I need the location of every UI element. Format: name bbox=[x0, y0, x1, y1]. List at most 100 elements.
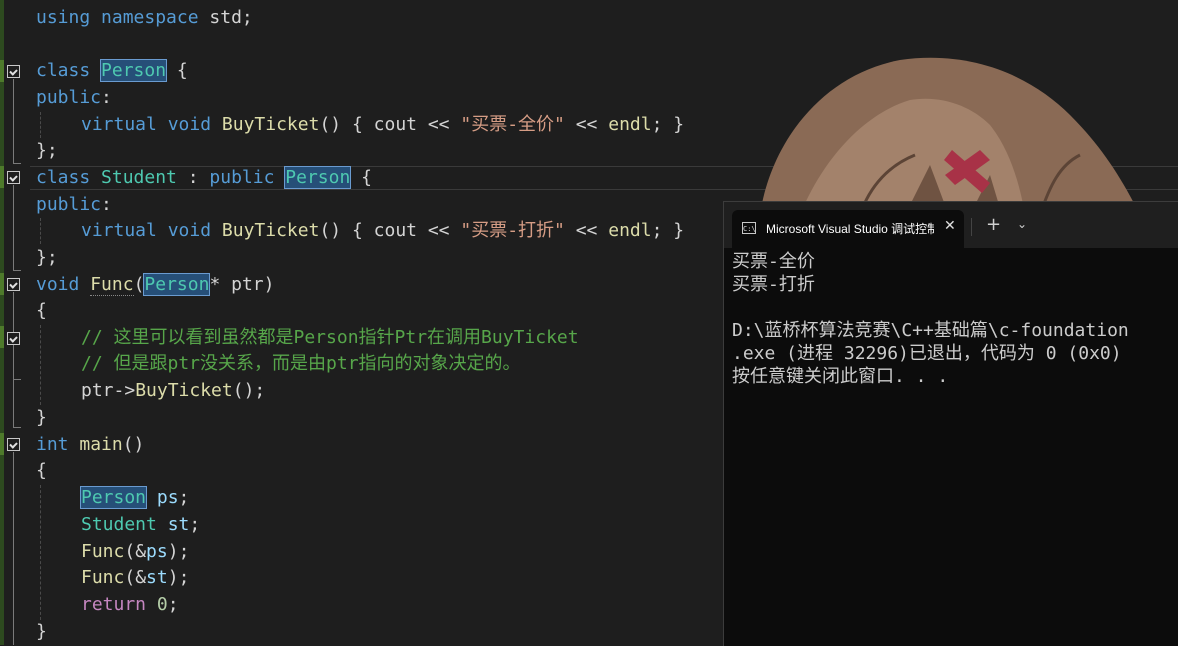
indent-guide bbox=[40, 485, 41, 620]
output-line: D:\蓝桥杯算法竞赛\C++基础篇\c-foundation bbox=[732, 320, 1129, 341]
function-name: BuyTicket bbox=[135, 380, 233, 401]
code-line[interactable]: // 这里可以看到虽然都是Person指针Ptr在调用BuyTicket bbox=[81, 325, 579, 351]
console-app-icon: C:\ bbox=[742, 222, 756, 234]
string-literal: "买票-打折" bbox=[460, 220, 565, 241]
highlighted-symbol[interactable]: Person bbox=[100, 59, 168, 82]
function-name: BuyTicket bbox=[221, 220, 320, 241]
code-line[interactable]: Func(&ps); bbox=[81, 539, 189, 565]
identifier: endl bbox=[608, 114, 652, 135]
fold-guide-end bbox=[13, 379, 21, 380]
keyword: public bbox=[209, 167, 275, 188]
code-line[interactable]: using namespace std; bbox=[36, 5, 253, 31]
comment: // 这里可以看到虽然都是Person指针Ptr在调用BuyTicket bbox=[81, 327, 579, 348]
keyword: namespace bbox=[101, 7, 199, 28]
punctuation: () { bbox=[319, 114, 374, 135]
terminal-tab-title: Microsoft Visual Studio 调试控制台 bbox=[766, 222, 934, 236]
fold-guide-end bbox=[13, 163, 21, 164]
punctuation: { bbox=[36, 460, 47, 481]
code-line[interactable]: class Student : public Person { bbox=[36, 165, 372, 191]
punctuation: { bbox=[166, 60, 188, 81]
fold-toggle-icon[interactable] bbox=[7, 332, 20, 345]
punctuation: }; bbox=[36, 140, 58, 161]
operator: << bbox=[564, 114, 609, 135]
keyword: void bbox=[36, 274, 80, 295]
keyword: return bbox=[81, 594, 147, 615]
fold-guide bbox=[13, 346, 15, 379]
terminal-titlebar[interactable]: C:\ Microsoft Visual Studio 调试控制台 ✕ + ⌄ bbox=[724, 202, 1178, 248]
code-line[interactable]: { bbox=[36, 298, 47, 324]
code-line[interactable]: virtual void BuyTicket() { cout << "买票-全… bbox=[81, 112, 684, 138]
fold-toggle-icon[interactable] bbox=[7, 438, 20, 451]
punctuation: ); bbox=[167, 567, 190, 588]
punctuation: (); bbox=[232, 380, 266, 401]
code-line[interactable]: int main() bbox=[36, 432, 144, 458]
code-line[interactable]: }; bbox=[36, 245, 58, 271]
chevron-down-icon[interactable]: ⌄ bbox=[1017, 217, 1027, 231]
punctuation: (& bbox=[124, 567, 147, 588]
close-icon[interactable]: ✕ bbox=[944, 218, 956, 234]
punctuation: : bbox=[176, 167, 210, 188]
code-line[interactable]: public: bbox=[36, 85, 112, 111]
output-line: 买票-全价 bbox=[732, 251, 815, 272]
terminal-tab[interactable]: C:\ Microsoft Visual Studio 调试控制台 ✕ bbox=[732, 210, 964, 248]
fold-toggle-icon[interactable] bbox=[7, 171, 20, 184]
code-line[interactable]: Func(&st); bbox=[81, 565, 189, 591]
change-marker bbox=[0, 166, 4, 188]
fold-guide bbox=[13, 79, 15, 164]
type-name: Student bbox=[101, 167, 177, 188]
highlighted-symbol[interactable]: Person bbox=[284, 166, 352, 189]
code-line[interactable]: } bbox=[36, 619, 47, 645]
keyword: class bbox=[36, 60, 91, 81]
function-name: Func bbox=[81, 541, 125, 562]
keyword: using bbox=[36, 7, 91, 28]
operator: << bbox=[564, 220, 609, 241]
code-line[interactable]: ptr->BuyTicket(); bbox=[81, 378, 265, 404]
code-line[interactable]: public: bbox=[36, 192, 112, 218]
fold-guide bbox=[13, 185, 15, 270]
punctuation: }; bbox=[36, 247, 58, 268]
function-name: BuyTicket bbox=[221, 114, 320, 135]
change-marker bbox=[0, 273, 4, 295]
code-line[interactable]: // 但是跟ptr没关系，而是由ptr指向的对象决定的。 bbox=[81, 351, 521, 377]
function-name: Func bbox=[81, 567, 125, 588]
code-line[interactable]: class Person { bbox=[36, 58, 188, 84]
variable: ps bbox=[146, 487, 179, 508]
type-name: Student bbox=[81, 514, 157, 535]
function-name: Func bbox=[90, 274, 134, 296]
keyword: virtual bbox=[81, 114, 157, 135]
keyword: void bbox=[167, 114, 212, 135]
punctuation: ); bbox=[167, 541, 190, 562]
code-line[interactable]: return 0; bbox=[81, 592, 179, 618]
fold-guide-end bbox=[13, 427, 21, 428]
code-line[interactable]: Student st; bbox=[81, 512, 200, 538]
punctuation: : bbox=[101, 87, 112, 108]
code-line[interactable]: virtual void BuyTicket() { cout << "买票-打… bbox=[81, 218, 684, 244]
output-line: 买票-打折 bbox=[732, 274, 815, 295]
code-line[interactable]: Person ps; bbox=[79, 485, 189, 511]
change-tracking-bar bbox=[0, 0, 4, 645]
indent-guide bbox=[40, 325, 41, 405]
code-line[interactable]: } bbox=[36, 405, 47, 431]
punctuation: } bbox=[36, 621, 47, 642]
terminal-output[interactable]: 买票-全价 买票-打折 D:\蓝桥杯算法竞赛\C++基础篇\c-foundati… bbox=[732, 250, 1178, 640]
fold-guide bbox=[13, 452, 15, 645]
fold-toggle-icon[interactable] bbox=[7, 278, 20, 291]
keyword: public bbox=[36, 194, 102, 215]
keyword: int bbox=[36, 434, 69, 455]
code-line[interactable]: void Func(Person* ptr) bbox=[36, 272, 274, 298]
fold-toggle-icon[interactable] bbox=[7, 65, 20, 78]
punctuation: ; bbox=[167, 594, 179, 615]
punctuation: () bbox=[122, 434, 145, 455]
identifier: endl bbox=[608, 220, 652, 241]
punctuation: : bbox=[101, 194, 112, 215]
new-tab-icon[interactable]: + bbox=[986, 214, 1001, 235]
variable: st bbox=[146, 567, 168, 588]
highlighted-symbol[interactable]: Person bbox=[143, 273, 211, 296]
keyword: void bbox=[167, 220, 212, 241]
code-line[interactable]: }; bbox=[36, 138, 58, 164]
function-name: main bbox=[79, 434, 123, 455]
highlighted-symbol[interactable]: Person bbox=[79, 486, 148, 509]
code-line[interactable]: { bbox=[36, 458, 47, 484]
debug-console-window[interactable]: C:\ Microsoft Visual Studio 调试控制台 ✕ + ⌄ … bbox=[723, 201, 1178, 646]
fold-guide-end bbox=[13, 270, 21, 271]
